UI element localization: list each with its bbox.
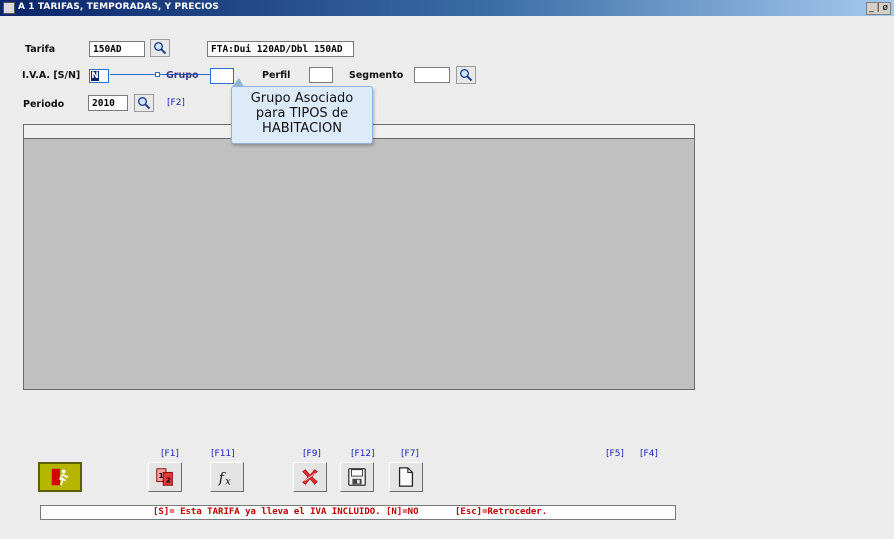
delete-button[interactable]: [293, 462, 327, 492]
svg-text:2: 2: [166, 476, 171, 485]
svg-text:x: x: [225, 476, 231, 487]
f7-hint: [F7]: [401, 449, 419, 459]
app-icon: [3, 2, 15, 14]
formula-icon: f x: [218, 471, 231, 488]
prices-grid[interactable]: [23, 124, 695, 390]
title-bar: A 1 TARIFAS, TEMPORADAS, Y PRECIOS _ | ø: [0, 0, 894, 16]
tarifa-search-button[interactable]: [150, 39, 170, 57]
f1-hint: [F1]: [161, 449, 179, 459]
numbering-icon: 1 2: [156, 468, 173, 486]
periodo-search-button[interactable]: [134, 94, 154, 112]
f5-hint: [F5]: [606, 449, 624, 459]
search-icon: [460, 69, 473, 82]
tarifa-label: Tarifa: [25, 44, 56, 55]
f9-hint: [F9]: [303, 449, 321, 459]
save-icon: [348, 468, 366, 486]
exit-icon: [51, 468, 69, 486]
search-icon: [154, 42, 167, 55]
tarifa-description-field[interactable]: FTA:Dui 120AD/Dbl 150AD: [207, 41, 354, 57]
segmento-label: Segmento: [349, 70, 404, 81]
status-bar: [S]= Esta TARIFA ya lleva el IVA INCLUID…: [40, 505, 676, 520]
periodo-f2-hint: [F2]: [167, 98, 185, 108]
periodo-label: Periodo: [23, 99, 65, 110]
save-button[interactable]: [340, 462, 374, 492]
f12-hint: [F12]: [351, 449, 375, 459]
tooltip-line: HABITACION: [262, 121, 342, 136]
iva-value: N: [91, 71, 99, 81]
status-escape-hint: [Esc]=Retroceder.: [455, 507, 548, 517]
grupo-tooltip: Grupo Asociado para TIPOS de HABITACION: [231, 78, 373, 144]
numbering-button[interactable]: 1 2: [148, 462, 182, 492]
periodo-field[interactable]: 2010: [88, 95, 128, 111]
tooltip-line: para TIPOS de: [255, 106, 349, 121]
search-icon: [138, 97, 151, 110]
new-document-button[interactable]: [389, 462, 423, 492]
iva-field[interactable]: N: [89, 69, 109, 83]
svg-text:1: 1: [159, 471, 164, 480]
connector-handle: [155, 72, 160, 77]
tooltip-line: Grupo Asociado: [250, 91, 354, 106]
grupo-field[interactable]: [210, 68, 234, 84]
grupo-label: Grupo: [166, 70, 199, 81]
iva-label: I.V.A. [S/N]: [22, 70, 81, 81]
exit-button[interactable]: [38, 462, 82, 492]
status-message: [S]= Esta TARIFA ya lleva el IVA INCLUID…: [153, 507, 419, 517]
segmento-field[interactable]: [414, 67, 450, 83]
formula-button[interactable]: f x: [210, 462, 244, 492]
perfil-label: Perfil: [262, 70, 291, 81]
new-document-icon: [398, 467, 414, 487]
delete-icon: [302, 469, 318, 485]
window-controls[interactable]: _ | ø: [866, 2, 891, 15]
f11-hint: [F11]: [211, 449, 235, 459]
f4-hint: [F4]: [640, 449, 658, 459]
tarifa-field[interactable]: 150AD: [89, 41, 145, 57]
tooltip-arrow: [232, 78, 244, 87]
window-title: A 1 TARIFAS, TEMPORADAS, Y PRECIOS: [18, 2, 219, 12]
segmento-search-button[interactable]: [456, 66, 476, 84]
perfil-field[interactable]: [309, 67, 333, 83]
